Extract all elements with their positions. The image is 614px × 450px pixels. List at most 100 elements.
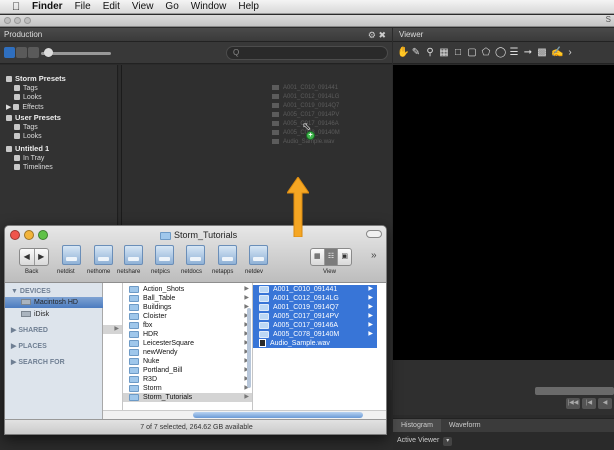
tree-in-tray[interactable]: In Tray [14, 155, 44, 162]
list-item[interactable]: ▶ [103, 325, 122, 334]
horizontal-scrollbar[interactable] [103, 410, 386, 419]
list-item[interactable]: LeicesterSquare▶ [123, 339, 252, 348]
network-drive-icon[interactable] [186, 245, 205, 265]
list-item[interactable]: newWendy▶ [123, 348, 252, 357]
chevron-down-icon[interactable]: ▾ [443, 437, 453, 446]
list-item[interactable]: Nuke▶ [123, 357, 252, 366]
list-item[interactable]: Storm ▶ [123, 384, 252, 393]
list-item-selected[interactable]: Storm_Tutorials ▶ [123, 393, 252, 402]
list-view-icon[interactable] [28, 47, 39, 58]
tree-storm-effects[interactable]: ▶ Effects [6, 103, 44, 111]
close-panel-icon[interactable]: ✖ [378, 30, 386, 40]
menu-window[interactable]: Window [191, 0, 227, 14]
go-to-start-button[interactable]: |◀◀ [566, 398, 580, 409]
network-drive-icon[interactable] [249, 245, 268, 265]
icon-view-button[interactable]: ▦ [311, 249, 325, 265]
step-back-button[interactable]: |◀ [582, 398, 596, 409]
share-netdocs[interactable]: netdocs [181, 269, 202, 275]
column-folders[interactable]: Action_Shots ▶ Ball_Table ▶ Buildings ▶ Clo… [123, 283, 253, 410]
pen-tool-icon[interactable]: ✎ [411, 47, 421, 58]
tree-user-looks[interactable]: Looks [14, 133, 42, 140]
list-item[interactable]: Action_Shots ▶ [123, 285, 252, 294]
list-item[interactable]: Cloister▶ [123, 312, 252, 321]
list-item[interactable]: Buildings ▶ [123, 303, 252, 312]
brush-icon[interactable]: ✍ [551, 47, 563, 58]
app-close-button[interactable] [4, 17, 11, 24]
circle-icon[interactable]: ◯ [495, 47, 506, 58]
toolbar-toggle-button[interactable] [366, 230, 382, 238]
slider-knob[interactable] [44, 48, 53, 57]
app-zoom-button[interactable] [24, 17, 31, 24]
film-view-icon[interactable] [16, 47, 27, 58]
sidebar-section-devices[interactable]: ▼ DEVICES [5, 286, 103, 297]
timecode-scrubber[interactable] [535, 387, 614, 395]
settings-icon[interactable]: ⚙ [368, 30, 376, 40]
disclosure-right-icon[interactable]: ▶ [11, 343, 16, 350]
file-row-selected[interactable]: A005_C078_09140M ▶ [253, 330, 377, 339]
disclosure-down-icon[interactable]: ▼ [11, 288, 18, 295]
arrow-tool-icon[interactable]: ➞ [523, 47, 533, 58]
share-netdist[interactable]: netdist [57, 269, 75, 275]
column-root[interactable]: ▶ [103, 283, 123, 410]
sidebar-item-idisk[interactable]: iDisk [5, 309, 103, 320]
apple-menu-icon[interactable]:  [12, 0, 24, 14]
finder-close-button[interactable] [10, 230, 20, 240]
share-netshare[interactable]: netshare [117, 269, 140, 275]
network-drive-icon[interactable] [155, 245, 174, 265]
share-netpics[interactable]: netpics [151, 269, 170, 275]
crop-icon[interactable]: □ [453, 47, 463, 58]
column-files[interactable]: A001_C010_091441 ▶ A001_C012_0914LG ▶ A001… [253, 283, 386, 410]
sidebar-item-macintosh-hd[interactable]: Macintosh HD [5, 297, 103, 308]
sidebar-section-places[interactable]: ▶ PLACES [5, 341, 103, 352]
disclosure-triangle-icon[interactable]: ▶ [6, 104, 13, 111]
disclosure-right-icon[interactable]: ▶ [11, 327, 16, 334]
zoom-tool-icon[interactable]: ⚲ [425, 47, 435, 58]
app-minimize-button[interactable] [14, 17, 21, 24]
toolbar-overflow-icon[interactable]: » [371, 250, 377, 261]
overflow-icon[interactable]: › [565, 47, 575, 58]
folders-scrollbar[interactable] [247, 308, 251, 388]
tree-untitled-1[interactable]: Untitled 1 [6, 144, 49, 153]
tree-timelines[interactable]: Timelines [14, 164, 53, 171]
sidebar-section-search-for[interactable]: ▶ SEARCH FOR [5, 357, 103, 368]
save-icon[interactable]: ▦ [439, 47, 449, 58]
grid-view-icon[interactable] [4, 47, 15, 58]
share-nethome[interactable]: nethome [87, 269, 110, 275]
hand-tool-icon[interactable]: ✋ [397, 47, 409, 58]
column-view-button[interactable]: ☷ [324, 249, 339, 265]
file-row-selected[interactable]: A005_C017_09146A ▶ [253, 321, 377, 330]
share-netdev[interactable]: netdev [245, 269, 263, 275]
shape-icon[interactable]: ⬠ [481, 47, 491, 58]
share-netapps[interactable]: netapps [212, 269, 233, 275]
file-row-selected[interactable]: A001_C012_0914LG ▶ [253, 294, 377, 303]
tab-waveform[interactable]: Waveform [441, 419, 489, 432]
tab-histogram[interactable]: Histogram [393, 419, 441, 432]
tree-storm-looks[interactable]: Looks [14, 94, 42, 101]
back-arrow-icon[interactable]: ◀ [20, 249, 35, 265]
file-row-selected[interactable]: A005_C017_0914PV ▶ [253, 312, 377, 321]
tree-user-presets[interactable]: User Presets [6, 113, 61, 122]
network-drive-icon[interactable] [62, 245, 81, 265]
menu-go[interactable]: Go [165, 0, 178, 14]
coverflow-view-button[interactable]: ▣ [338, 249, 351, 265]
levels-icon[interactable]: ☰ [509, 47, 519, 58]
menu-file[interactable]: File [75, 0, 91, 14]
finder-zoom-button[interactable] [38, 230, 48, 240]
list-item[interactable]: fbx▶ [123, 321, 252, 330]
list-item[interactable]: HDR▶ [123, 330, 252, 339]
menu-help[interactable]: Help [238, 0, 259, 14]
sidebar-section-shared[interactable]: ▶ SHARED [5, 325, 103, 336]
menu-view[interactable]: View [132, 0, 154, 14]
scroll-thumb[interactable] [193, 412, 363, 418]
list-item[interactable]: R3D▶ [123, 375, 252, 384]
file-row-selected[interactable]: A001_C019_0914Q7 ▶ [253, 303, 377, 312]
file-row-selected[interactable]: Audio_Sample.wav [253, 339, 377, 348]
file-row-selected[interactable]: A001_C010_091441 ▶ [253, 285, 377, 294]
forward-arrow-icon[interactable]: ▶ [35, 249, 49, 265]
menu-app-name[interactable]: Finder [32, 0, 63, 14]
list-item[interactable]: Portland_Bill▶ [123, 366, 252, 375]
active-viewer-selector[interactable]: Active Viewer ▾ [393, 432, 614, 450]
list-item[interactable]: Ball_Table ▶ [123, 294, 252, 303]
network-drive-icon[interactable] [218, 245, 237, 265]
network-drive-icon[interactable] [124, 245, 143, 265]
